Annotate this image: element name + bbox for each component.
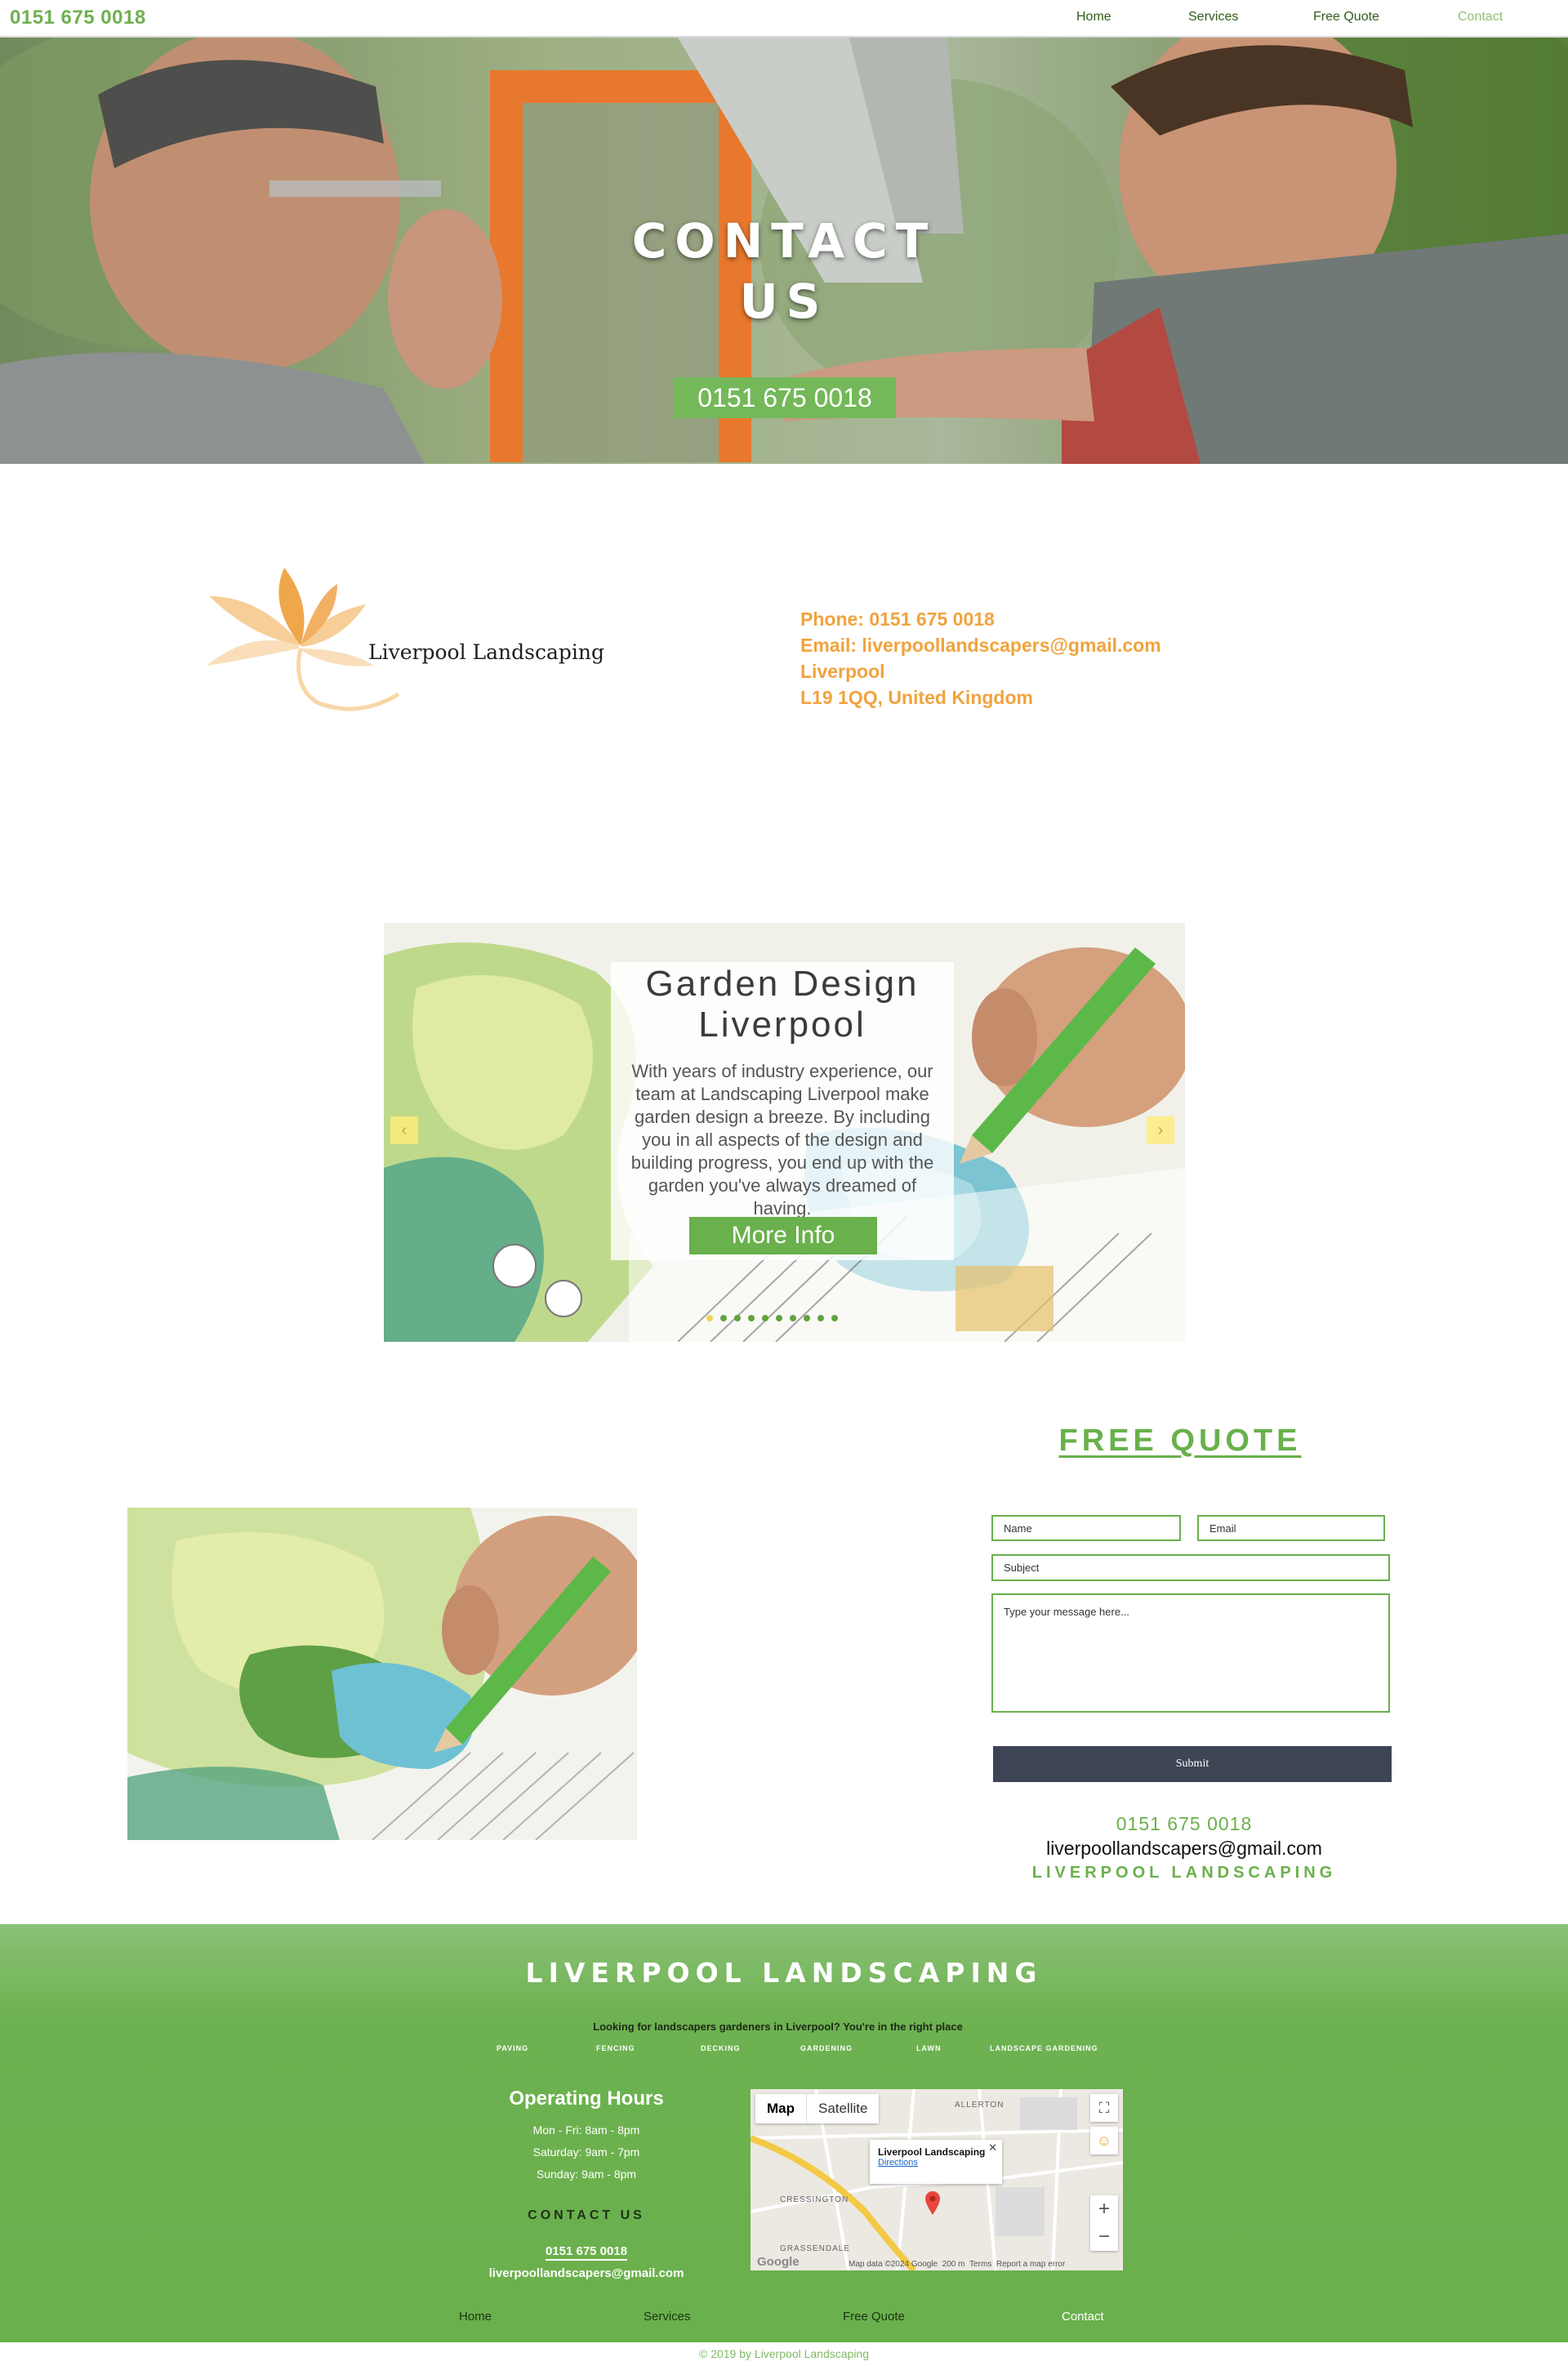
map-pin-icon[interactable] xyxy=(924,2190,942,2215)
footer-phone[interactable]: 0151 675 0018 xyxy=(466,2244,707,2261)
map-info-popup: Liverpool Landscaping Directions ✕ xyxy=(870,2140,1002,2184)
nav-free-quote[interactable]: Free Quote xyxy=(1313,10,1379,25)
footer-phone-text[interactable]: 0151 675 0018 xyxy=(545,2244,628,2261)
slide-dots[interactable] xyxy=(706,1311,845,1326)
service-fencing[interactable]: FENCING xyxy=(596,2044,635,2052)
email-field[interactable]: Email xyxy=(1197,1515,1385,1541)
next-slide-arrow[interactable]: › xyxy=(1147,1116,1174,1144)
map-place-name: Liverpool Landscaping xyxy=(878,2146,986,2158)
slide-dot[interactable] xyxy=(748,1315,755,1321)
map-label-cressington: CRESSINGTON xyxy=(780,2195,849,2204)
slide-dot[interactable] xyxy=(804,1315,810,1321)
free-quote-title: FREE QUOTE xyxy=(1058,1424,1302,1458)
map-attribution: Map data ©2024 Google 200 m Terms Report… xyxy=(849,2260,1065,2269)
name-field[interactable]: Name xyxy=(991,1515,1181,1541)
service-lawn[interactable]: LAWN xyxy=(916,2044,942,2052)
logo-text: Liverpool Landscaping xyxy=(368,640,604,664)
google-logo: Google xyxy=(757,2255,800,2269)
footer-nav-home[interactable]: Home xyxy=(459,2310,492,2324)
footer-nav-contact[interactable]: Contact xyxy=(1062,2310,1104,2324)
service-paving[interactable]: PAVING xyxy=(497,2044,528,2052)
submit-button[interactable]: Submit xyxy=(993,1746,1392,1782)
map-label-grassendale: GRASSENDALE xyxy=(780,2244,851,2253)
hero-phone-button[interactable]: 0151 675 0018 xyxy=(674,377,896,418)
map-scale: 200 m xyxy=(942,2260,965,2269)
slide-dot[interactable] xyxy=(776,1315,782,1321)
slide-dot[interactable] xyxy=(706,1315,713,1321)
nav-services[interactable]: Services xyxy=(1188,10,1238,25)
slide-dot[interactable] xyxy=(831,1315,838,1321)
slide-dot[interactable] xyxy=(790,1315,796,1321)
message-field[interactable]: Type your message here... xyxy=(991,1593,1390,1713)
map-data-text: Map data ©2024 Google xyxy=(849,2260,938,2269)
map-terms[interactable]: Terms xyxy=(969,2260,991,2269)
footer-nav-free-quote[interactable]: Free Quote xyxy=(843,2310,905,2324)
garden-design-slideshow: Garden Design Liverpool With years of in… xyxy=(384,923,1185,1342)
map-tab[interactable]: Map xyxy=(755,2094,807,2123)
more-info-button[interactable]: More Info xyxy=(689,1217,877,1254)
street-view-icon[interactable]: ☺ xyxy=(1090,2127,1118,2154)
slide-body: With years of industry experience, our t… xyxy=(630,1061,934,1219)
close-icon[interactable]: ✕ xyxy=(988,2141,997,2154)
service-gardening[interactable]: GARDENING xyxy=(800,2044,853,2052)
service-landscape-gardening[interactable]: LANDSCAPE GARDENING xyxy=(990,2044,1098,2052)
hero-title: CONTACT US xyxy=(631,213,937,329)
slide-dot[interactable] xyxy=(762,1315,768,1321)
operating-hours-title: Operating Hours xyxy=(509,2088,664,2110)
service-decking[interactable]: DECKING xyxy=(701,2044,741,2052)
zoom-out-icon[interactable]: − xyxy=(1090,2223,1118,2251)
subject-field[interactable]: Subject xyxy=(991,1554,1390,1581)
quote-phone[interactable]: 0151 675 0018 xyxy=(1004,1813,1364,1835)
hero-banner: CONTACT US 0151 675 0018 xyxy=(0,38,1568,464)
header-phone[interactable]: 0151 675 0018 xyxy=(10,7,146,29)
info-city: Liverpool xyxy=(800,661,885,682)
zoom-controls: + − xyxy=(1090,2195,1118,2251)
map-report-error[interactable]: Report a map error xyxy=(996,2260,1065,2269)
contact-info: Phone: 0151 675 0018 Email: liverpoollan… xyxy=(800,606,1161,711)
footer-email[interactable]: liverpoollandscapers@gmail.com xyxy=(466,2266,707,2280)
map-label-allerton: ALLERTON xyxy=(955,2101,1004,2110)
quote-email[interactable]: liverpoollandscapers@gmail.com xyxy=(1004,1838,1364,1860)
google-map[interactable]: Map Satellite ALLERTON CRESSINGTON GRASSE… xyxy=(751,2089,1123,2270)
hours-saturday: Saturday: 9am - 7pm xyxy=(532,2145,640,2159)
slide-card: Garden Design Liverpool With years of in… xyxy=(611,962,954,1260)
footer-brand: LIVERPOOL LANDSCAPING xyxy=(525,1957,1043,1989)
hours-sunday: Sunday: 9am - 8pm xyxy=(536,2168,637,2181)
garden-plan-photo xyxy=(127,1508,637,1840)
satellite-tab[interactable]: Satellite xyxy=(807,2094,879,2123)
prev-slide-arrow[interactable]: ‹ xyxy=(390,1116,418,1144)
footer-tagline: Looking for landscapers gardeners in Liv… xyxy=(593,2021,963,2033)
fullscreen-icon[interactable]: ⛶ xyxy=(1090,2094,1118,2122)
copyright: © 2019 by Liverpool Landscaping xyxy=(0,2342,1568,2366)
footer-contact-title: CONTACT US xyxy=(528,2208,645,2222)
info-postcode: L19 1QQ, United Kingdom xyxy=(800,687,1033,708)
info-email[interactable]: Email: liverpoollandscapers@gmail.com xyxy=(800,632,1161,658)
zoom-in-icon[interactable]: + xyxy=(1090,2195,1118,2223)
map-type-tabs: Map Satellite xyxy=(755,2094,880,2123)
hours-weekdays: Mon - Fri: 8am - 8pm xyxy=(532,2123,640,2137)
slide-dot[interactable] xyxy=(734,1315,741,1321)
slide-dot[interactable] xyxy=(817,1315,824,1321)
footer-nav-services[interactable]: Services xyxy=(644,2310,691,2324)
nav-contact[interactable]: Contact xyxy=(1458,10,1503,25)
info-phone[interactable]: Phone: 0151 675 0018 xyxy=(800,606,1161,632)
slide-heading: Garden Design Liverpool xyxy=(645,964,920,1045)
slide-dot[interactable] xyxy=(720,1315,727,1321)
nav-home[interactable]: Home xyxy=(1076,10,1111,25)
quote-brand: LIVERPOOL LANDSCAPING xyxy=(1031,1864,1337,1882)
map-directions-link[interactable]: Directions xyxy=(878,2158,994,2168)
top-bar: 0151 675 0018 Home Services Free Quote C… xyxy=(0,0,1568,38)
